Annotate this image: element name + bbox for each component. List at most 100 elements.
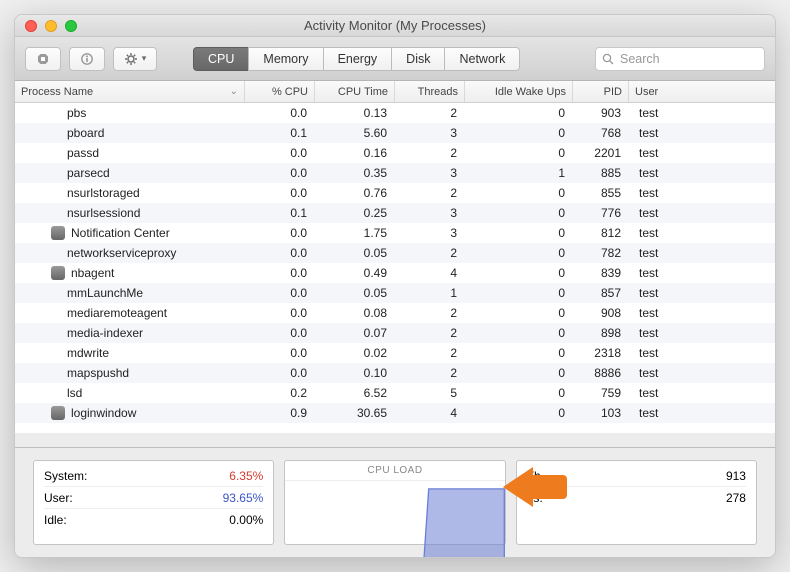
cell-cpu: 0.0	[245, 263, 315, 283]
process-name-cell: nsurlsessiond	[15, 203, 245, 223]
cell-pid: 839	[573, 263, 629, 283]
cell-cpu: 0.0	[245, 343, 315, 363]
cell-user: test	[629, 163, 775, 183]
tab-memory[interactable]: Memory	[248, 47, 322, 71]
cell-user: test	[629, 363, 775, 383]
cell-threads: 3	[395, 123, 465, 143]
table-row[interactable]: networkserviceproxy0.00.0520782test	[15, 243, 775, 263]
cell-pid: 857	[573, 283, 629, 303]
cell-user: test	[629, 103, 775, 123]
options-button[interactable]: ▾	[113, 47, 157, 71]
cell-pid: 2201	[573, 143, 629, 163]
tab-energy[interactable]: Energy	[323, 47, 392, 71]
header-cpu-time[interactable]: CPU Time	[315, 81, 395, 102]
cell-user: test	[629, 263, 775, 283]
annotation-arrow	[503, 467, 567, 507]
cell-cpu: 0.0	[245, 223, 315, 243]
cell-cpu: 0.9	[245, 403, 315, 423]
table-row[interactable]: mdwrite0.00.02202318test	[15, 343, 775, 363]
cell-idle: 0	[465, 203, 573, 223]
zoom-window-button[interactable]	[65, 20, 77, 32]
cell-pid: 898	[573, 323, 629, 343]
cell-idle: 0	[465, 303, 573, 323]
search-input[interactable]: Search	[595, 47, 765, 71]
header-cpu[interactable]: % CPU	[245, 81, 315, 102]
cell-threads: 2	[395, 143, 465, 163]
cell-user: test	[629, 383, 775, 403]
cell-user: test	[629, 183, 775, 203]
process-name-cell: mmLaunchMe	[15, 283, 245, 303]
app-icon	[51, 266, 65, 280]
cell-pid: 812	[573, 223, 629, 243]
cell-idle: 0	[465, 223, 573, 243]
cell-cpu: 0.0	[245, 103, 315, 123]
process-name-cell: mapspushd	[15, 363, 245, 383]
cell-pid: 759	[573, 383, 629, 403]
cell-pid: 768	[573, 123, 629, 143]
cell-time: 0.05	[315, 243, 395, 263]
cell-idle: 0	[465, 143, 573, 163]
table-row[interactable]: nbagent0.00.4940839test	[15, 263, 775, 283]
sort-caret-icon: ⌄	[230, 86, 238, 97]
tab-disk[interactable]: Disk	[391, 47, 444, 71]
column-headers: Process Name⌄ % CPU CPU Time Threads Idl…	[15, 81, 775, 103]
cell-time: 0.13	[315, 103, 395, 123]
tab-network[interactable]: Network	[444, 47, 520, 71]
table-row[interactable]: pboard0.15.6030768test	[15, 123, 775, 143]
cell-time: 0.05	[315, 283, 395, 303]
gear-icon	[124, 52, 138, 66]
table-row[interactable]: loginwindow0.930.6540103test	[15, 403, 775, 423]
table-row[interactable]: mapspushd0.00.10208886test	[15, 363, 775, 383]
cell-user: test	[629, 143, 775, 163]
table-row[interactable]: lsd0.26.5250759test	[15, 383, 775, 403]
table-row[interactable]: nsurlsessiond0.10.2530776test	[15, 203, 775, 223]
titlebar[interactable]: Activity Monitor (My Processes)	[15, 15, 775, 37]
table-row[interactable]: media-indexer0.00.0720898test	[15, 323, 775, 343]
cell-pid: 776	[573, 203, 629, 223]
header-process-name[interactable]: Process Name⌄	[15, 81, 245, 102]
window-controls	[25, 20, 77, 32]
table-row[interactable]: mmLaunchMe0.00.0510857test	[15, 283, 775, 303]
cell-cpu: 0.0	[245, 303, 315, 323]
table-row[interactable]: nsurlstoraged0.00.7620855test	[15, 183, 775, 203]
cell-user: test	[629, 123, 775, 143]
tab-cpu[interactable]: CPU	[193, 47, 248, 71]
info-button[interactable]	[69, 47, 105, 71]
cell-time: 0.07	[315, 323, 395, 343]
stop-process-button[interactable]	[25, 47, 61, 71]
cell-time: 0.10	[315, 363, 395, 383]
cell-idle: 0	[465, 323, 573, 343]
close-window-button[interactable]	[25, 20, 37, 32]
table-row[interactable]: mediaremoteagent0.00.0820908test	[15, 303, 775, 323]
cell-time: 6.52	[315, 383, 395, 403]
cell-pid: 908	[573, 303, 629, 323]
cell-user: test	[629, 323, 775, 343]
table-row[interactable]: pbs0.00.1320903test	[15, 103, 775, 123]
process-name-cell: pboard	[15, 123, 245, 143]
cell-threads: 3	[395, 223, 465, 243]
table-row[interactable]: parsecd0.00.3531885test	[15, 163, 775, 183]
cell-time: 0.02	[315, 343, 395, 363]
cell-pid: 903	[573, 103, 629, 123]
cell-cpu: 0.0	[245, 163, 315, 183]
header-pid[interactable]: PID	[573, 81, 629, 102]
cell-cpu: 0.2	[245, 383, 315, 403]
cell-threads: 4	[395, 263, 465, 283]
header-idle-wakeups[interactable]: Idle Wake Ups	[465, 81, 573, 102]
minimize-window-button[interactable]	[45, 20, 57, 32]
header-threads[interactable]: Threads	[395, 81, 465, 102]
process-table[interactable]: pbs0.00.1320903testpboard0.15.6030768tes…	[15, 103, 775, 433]
cell-user: test	[629, 303, 775, 323]
cell-threads: 2	[395, 343, 465, 363]
cell-threads: 2	[395, 303, 465, 323]
header-user[interactable]: User	[629, 81, 775, 102]
table-row[interactable]: passd0.00.16202201test	[15, 143, 775, 163]
activity-monitor-window: Activity Monitor (My Processes) ▾ CPU Me…	[14, 14, 776, 558]
chevron-down-icon: ▾	[142, 53, 147, 64]
cell-idle: 0	[465, 123, 573, 143]
cell-pid: 2318	[573, 343, 629, 363]
cell-cpu: 0.0	[245, 143, 315, 163]
cpu-load-chart-panel[interactable]: CPU LOAD	[284, 460, 505, 545]
process-name-cell: lsd	[15, 383, 245, 403]
table-row[interactable]: Notification Center0.01.7530812test	[15, 223, 775, 243]
